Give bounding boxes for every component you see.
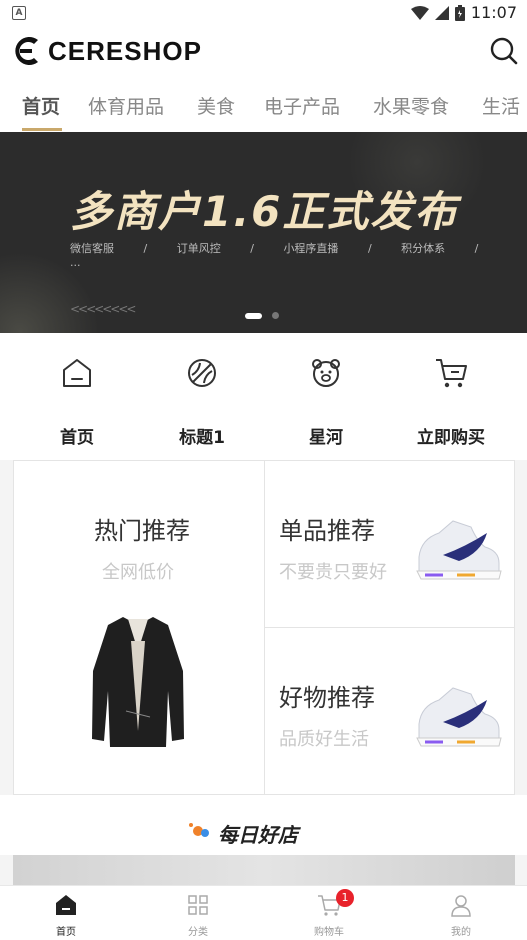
hot-recommend-card[interactable]: 热门推荐 全网低价 bbox=[13, 460, 265, 795]
nav-item-buy-now[interactable]: 立即购买 bbox=[401, 355, 501, 448]
bottom-tab-bar: 首页 分类 购物车 1 我的 bbox=[0, 885, 527, 940]
tabbar-label: 我的 bbox=[451, 927, 471, 938]
tabbar-label: 购物车 bbox=[314, 927, 344, 938]
banner-separator: / bbox=[250, 242, 254, 255]
card-subtitle: 全网低价 bbox=[102, 562, 174, 583]
tabbar-label: 分类 bbox=[188, 927, 208, 938]
app-notification-icon: A bbox=[12, 6, 26, 20]
banner-feature: 订单风控 bbox=[176, 242, 221, 255]
banner-feature: ... bbox=[70, 256, 81, 269]
card-subtitle: 不要贵只要好 bbox=[279, 562, 387, 583]
home-icon bbox=[56, 895, 76, 915]
daily-shop-banner[interactable] bbox=[13, 855, 515, 885]
nav-item-title1[interactable]: 标题1 bbox=[152, 355, 252, 448]
tab-food[interactable]: 美食 bbox=[197, 92, 235, 119]
battery-icon bbox=[454, 4, 465, 21]
search-icon bbox=[490, 37, 518, 65]
carousel-dots bbox=[245, 312, 279, 319]
sneaker-image bbox=[416, 687, 502, 747]
single-recommend-card[interactable]: 单品推荐 不要贵只要好 bbox=[264, 460, 515, 628]
banner-carousel[interactable]: 多商户1.6正式发布 微信客服 / 订单风控 / 小程序直播 / 积分体系 / … bbox=[0, 132, 527, 333]
banner-separator: / bbox=[367, 242, 372, 255]
tab-sports[interactable]: 体育用品 bbox=[88, 92, 164, 119]
tab-life[interactable]: 生活 bbox=[482, 92, 520, 119]
promo-section: 热门推荐 全网低价 单品推荐 不要贵只要好 好物推荐 品质好生活 bbox=[13, 460, 515, 795]
quick-nav-grid: 首页 标题1 星河 立即购买 bbox=[0, 333, 527, 460]
search-button[interactable] bbox=[489, 36, 519, 66]
tab-electronics[interactable]: 电子产品 bbox=[264, 92, 340, 119]
app-header: CERESHOP bbox=[0, 28, 527, 76]
banner-feature: 积分体系 bbox=[401, 242, 446, 255]
cart-count-badge: 1 bbox=[336, 889, 354, 907]
grid-icon bbox=[188, 895, 208, 915]
carousel-dot-active[interactable] bbox=[245, 312, 262, 319]
card-subtitle: 品质好生活 bbox=[279, 729, 369, 750]
nav-item-label: 星河 bbox=[309, 428, 343, 448]
cart-icon bbox=[436, 359, 467, 388]
nav-item-home[interactable]: 首页 bbox=[27, 355, 127, 448]
banner-feature: 小程序直播 bbox=[283, 242, 339, 255]
tabbar-home[interactable]: 首页 bbox=[26, 892, 106, 938]
logo-text: CERESHOP bbox=[48, 35, 202, 66]
tabbar-label: 首页 bbox=[56, 927, 76, 938]
signal-icon bbox=[434, 5, 449, 20]
banner-arrows-decoration: <<<<<<<< bbox=[70, 302, 136, 316]
daily-shop-section: 每日好店 bbox=[0, 795, 527, 855]
nav-item-xinghe[interactable]: 星河 bbox=[276, 355, 376, 448]
daily-shop-icon bbox=[189, 823, 209, 837]
ball-icon bbox=[188, 359, 216, 387]
user-icon bbox=[451, 895, 471, 917]
banner-separator: / bbox=[474, 242, 479, 255]
banner-title: 多商户1.6正式发布 bbox=[70, 187, 459, 236]
banner-feature: 微信客服 bbox=[70, 242, 114, 255]
banner-features: 微信客服 / 订单风控 / 小程序直播 / 积分体系 / ... bbox=[70, 240, 527, 269]
sneaker-image bbox=[416, 520, 502, 580]
nav-item-label: 立即购买 bbox=[417, 428, 485, 448]
nav-item-label: 首页 bbox=[60, 428, 94, 448]
tabbar-cart[interactable]: 购物车 1 bbox=[289, 889, 369, 938]
status-time: 11:07 bbox=[470, 3, 517, 22]
tabbar-profile[interactable]: 我的 bbox=[421, 892, 501, 938]
bear-icon bbox=[312, 359, 340, 387]
banner-separator: / bbox=[143, 242, 148, 255]
card-title: 单品推荐 bbox=[279, 517, 375, 545]
tab-fruit-snacks[interactable]: 水果零食 bbox=[373, 92, 449, 119]
jacket-image bbox=[92, 617, 184, 747]
card-title: 好物推荐 bbox=[279, 684, 375, 712]
home-icon bbox=[63, 359, 91, 387]
tabbar-category[interactable]: 分类 bbox=[158, 892, 238, 938]
carousel-dot[interactable] bbox=[272, 312, 279, 319]
daily-shop-title: 每日好店 bbox=[218, 823, 298, 847]
card-title: 热门推荐 bbox=[94, 517, 190, 545]
logo-mark-icon bbox=[15, 37, 38, 65]
tab-home[interactable]: 首页 bbox=[22, 92, 60, 119]
status-bar: A 11:07 bbox=[0, 0, 527, 28]
category-tabs: 首页 体育用品 美食 电子产品 水果零食 生活 bbox=[0, 76, 527, 132]
wifi-icon bbox=[410, 5, 429, 20]
good-recommend-card[interactable]: 好物推荐 品质好生活 bbox=[264, 627, 515, 795]
active-tab-indicator bbox=[22, 128, 62, 131]
nav-item-label: 标题1 bbox=[179, 428, 225, 448]
logo: CERESHOP bbox=[12, 34, 202, 68]
